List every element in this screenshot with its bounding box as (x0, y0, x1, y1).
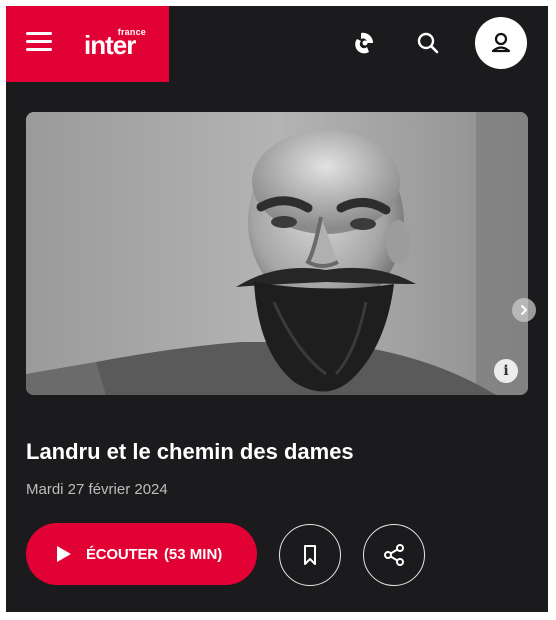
share-button[interactable] (363, 524, 425, 586)
header: france inter (6, 6, 548, 82)
episode-hero-image: i (26, 112, 528, 395)
brand-block: france inter (6, 6, 169, 82)
carousel-next-button[interactable] (512, 298, 536, 322)
episode-date: Mardi 27 février 2024 (26, 481, 168, 498)
listen-button[interactable]: ÉCOUTER (53 MIN) (26, 523, 257, 585)
logo-big-text: inter (84, 30, 136, 60)
search-button[interactable] (414, 29, 442, 57)
image-info-button[interactable]: i (494, 359, 518, 383)
hamburger-menu-icon-line (26, 40, 52, 43)
share-icon (384, 544, 404, 566)
search-icon (417, 32, 439, 54)
menu-button[interactable] (26, 31, 54, 53)
play-icon (57, 546, 71, 562)
info-icon: i (503, 363, 509, 379)
account-button[interactable] (475, 17, 527, 69)
listen-label: ÉCOUTER (86, 545, 158, 563)
user-icon (491, 32, 511, 53)
episode-title: Landru et le chemin des dames (26, 439, 354, 464)
bookmark-button[interactable] (279, 524, 341, 586)
live-radio-button[interactable] (351, 29, 379, 57)
france-inter-logo[interactable]: france inter (84, 24, 146, 62)
hamburger-menu-icon (26, 32, 52, 35)
listen-duration: (53 MIN) (163, 545, 223, 563)
live-radio-icon (355, 32, 374, 54)
bookmark-icon (304, 545, 316, 565)
chevron-right-icon (521, 305, 527, 315)
app-frame: france inter i Landru et le chemin des d… (6, 6, 548, 612)
portrait-photo (26, 112, 528, 395)
hamburger-menu-icon-line (26, 48, 52, 51)
